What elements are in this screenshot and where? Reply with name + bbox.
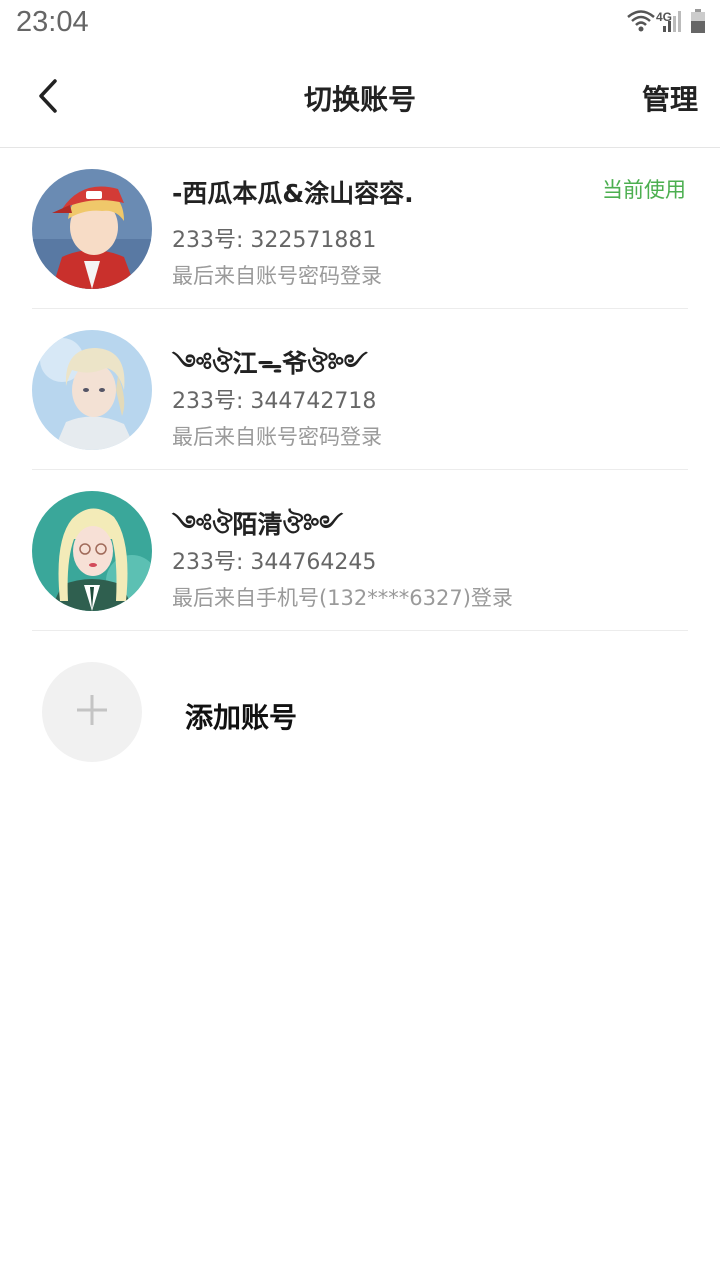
add-account-button[interactable]: 添加账号 [42,662,678,762]
avatar [32,169,152,289]
account-item-3[interactable]: ༺ঔ陌清ঔ༻ 233号: 344764245 最后来自手机号(132****63… [32,470,688,631]
account-id: 233号: 344742718 [172,389,377,414]
account-list: -西瓜本瓜&涂山容容. 233号: 322571881 最后来自账号密码登录 当… [0,148,720,631]
current-use-badge: 当前使用 [602,178,686,202]
account-item-1[interactable]: -西瓜本瓜&涂山容容. 233号: 322571881 最后来自账号密码登录 当… [32,148,688,309]
avatar [32,491,152,611]
signal-icon [662,8,684,38]
add-account-circle [42,662,142,762]
battery-icon [690,8,706,38]
account-item-2[interactable]: ༺ঔ江ᯓ爷ঔ༻ 233号: 344742718 最后来自账号密码登录 [32,309,688,470]
account-last-login: 最后来自手机号(132****6327)登录 [172,586,513,610]
status-icons [626,8,706,38]
account-last-login: 最后来自账号密码登录 [172,425,382,449]
account-name: -西瓜本瓜&涂山容容. [172,179,414,208]
account-last-login: 最后来自账号密码登录 [172,264,382,288]
status-bar: 23:04 4G [0,0,720,50]
avatar [32,330,152,450]
plus-icon [75,693,109,731]
account-id: 233号: 344764245 [172,550,377,575]
wifi-icon [626,8,656,38]
add-account-label: 添加账号 [185,701,298,734]
page-title: 切换账号 [303,83,416,116]
account-id: 233号: 322571881 [172,228,377,253]
app-header: 切换账号 管理 [0,50,720,148]
manage-button[interactable]: 管理 [642,78,698,118]
status-time: 23:04 [16,6,89,38]
